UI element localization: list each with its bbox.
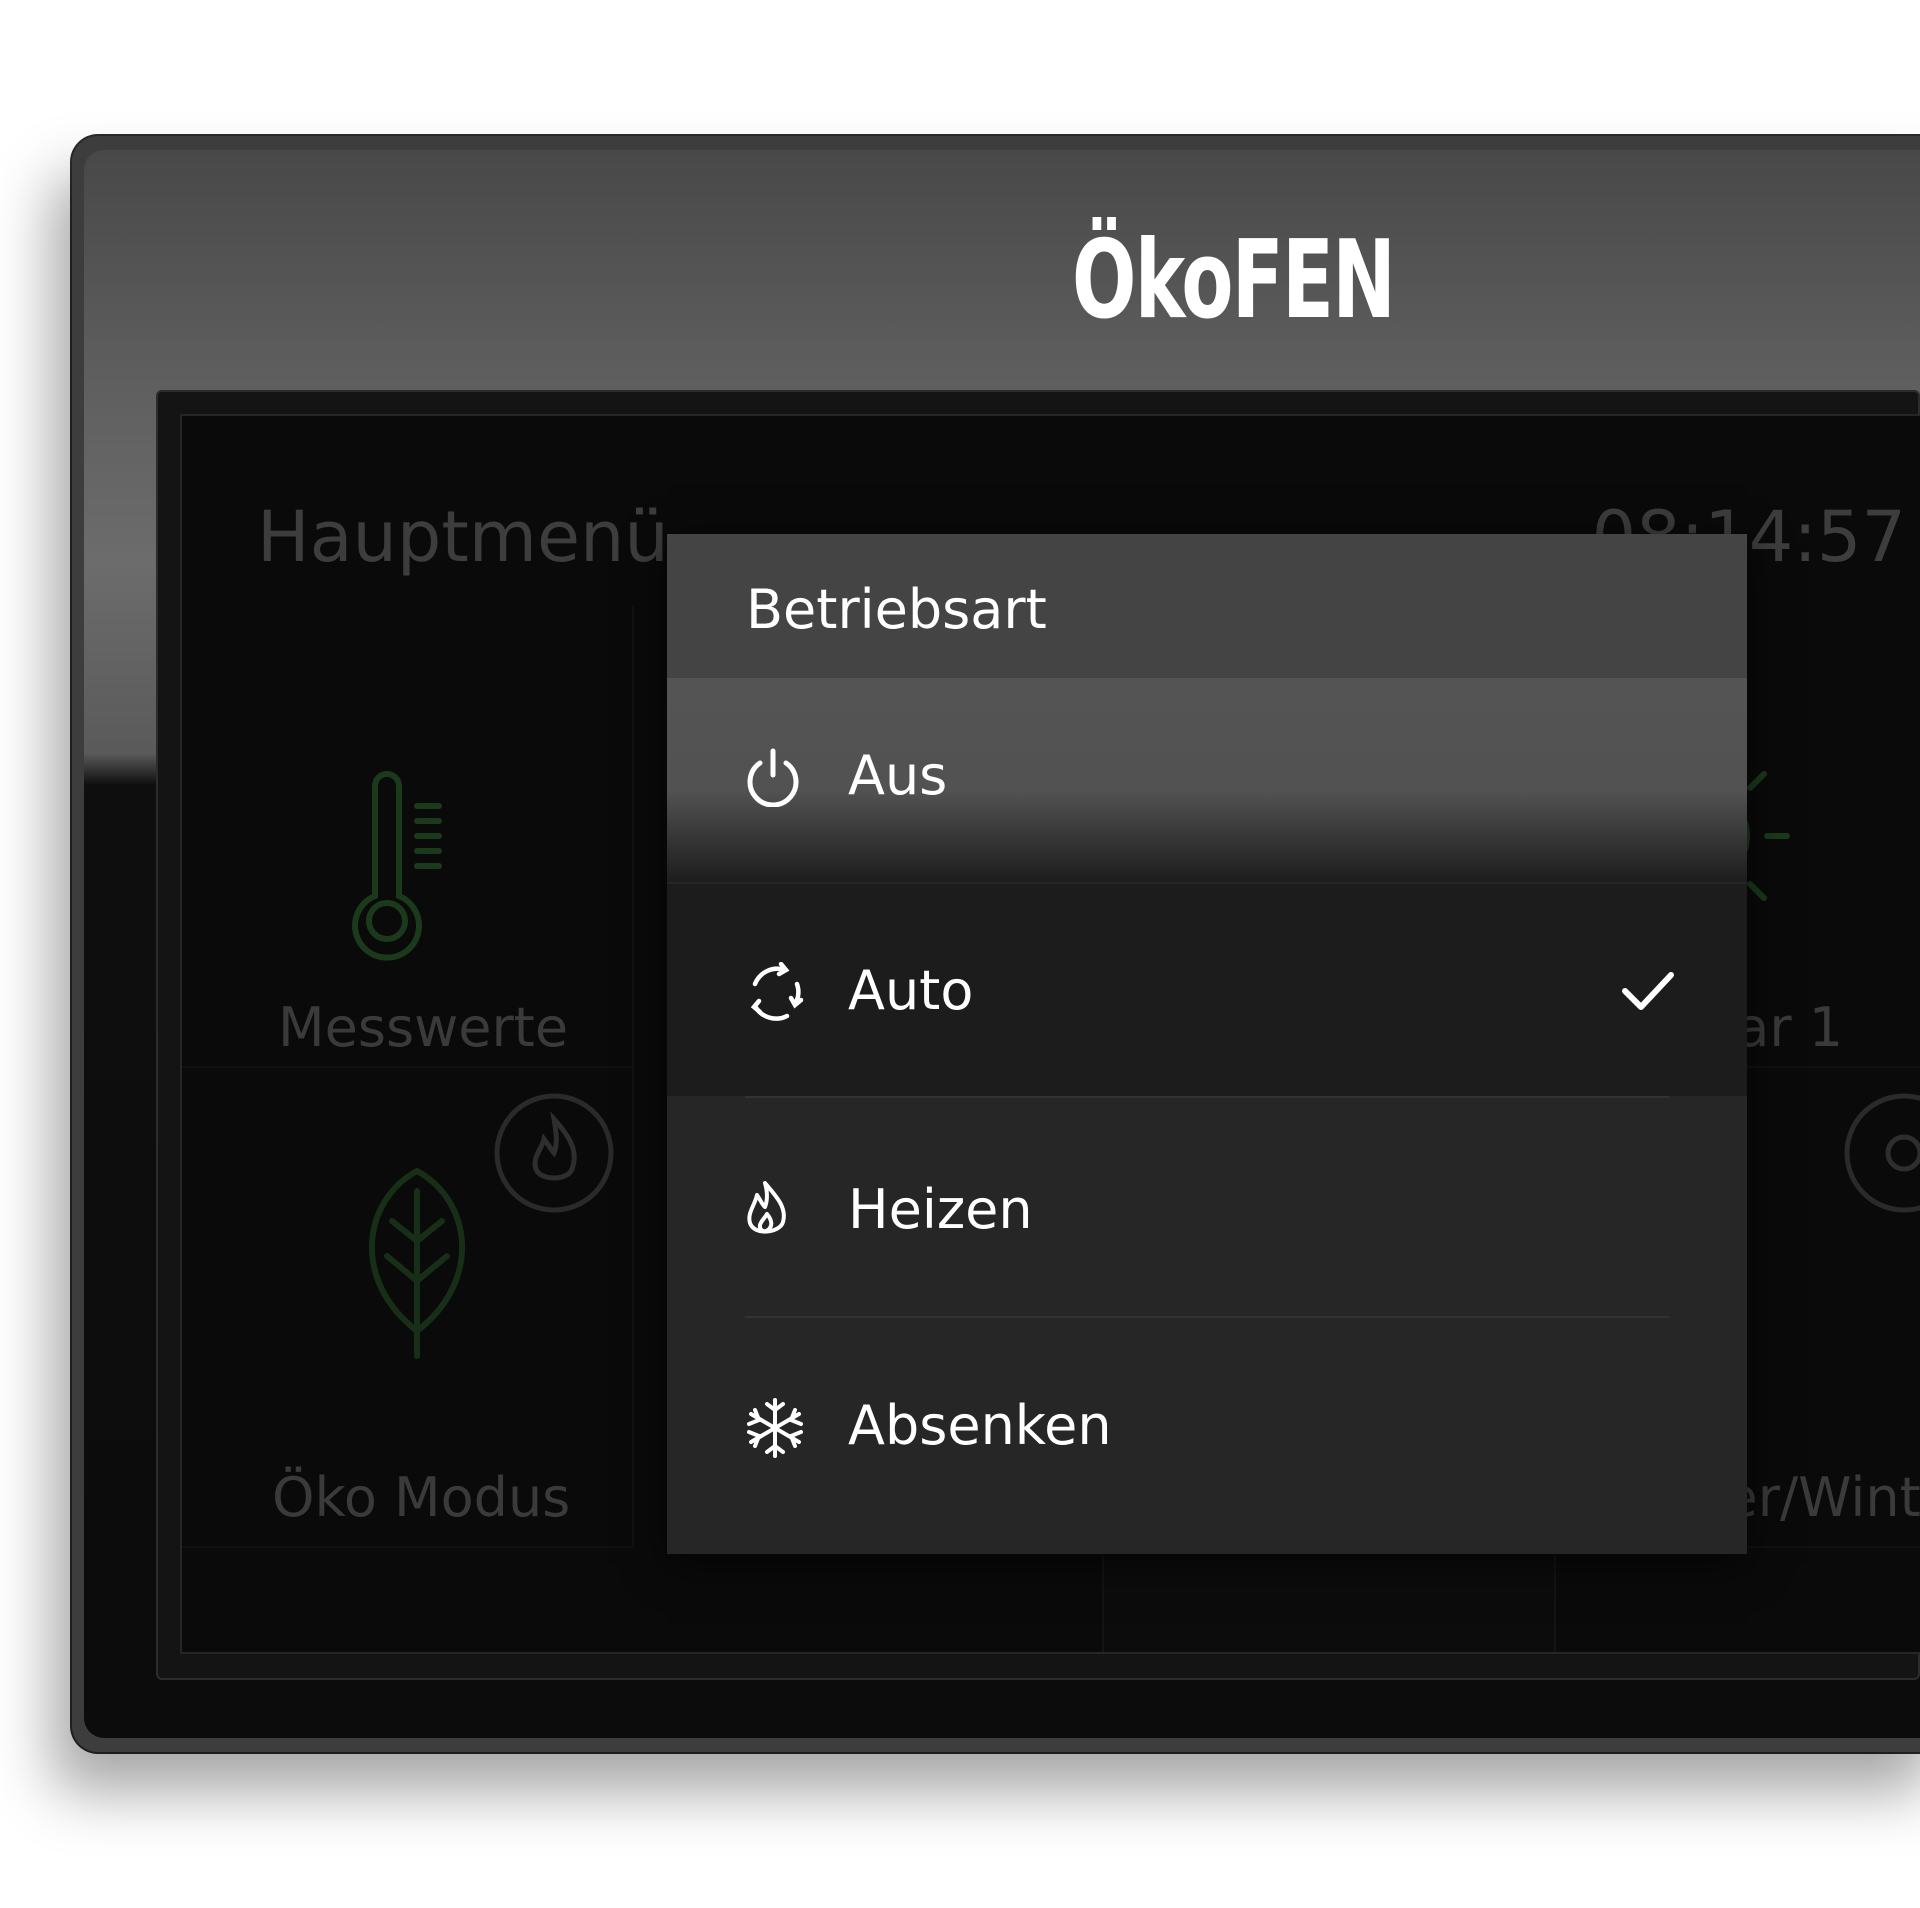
tile-oeko-modus[interactable]: Öko Modus: [182, 1066, 634, 1548]
power-icon: [745, 747, 801, 811]
option-absenken[interactable]: Absenken: [667, 1318, 1747, 1554]
tile-middle-bottom[interactable]: [1102, 1556, 1556, 1652]
option-label: Absenken: [848, 1394, 1112, 1457]
option-auto[interactable]: Auto: [667, 884, 1747, 1096]
dropdown-header: Betriebsart: [667, 534, 1747, 678]
thermometer-icon: [347, 766, 457, 966]
tile-label: Öko Modus: [272, 1466, 571, 1529]
brand-logo: ÖkoFEN: [1072, 210, 1485, 335]
operating-mode-dropdown: Betriebsart Aus Auto Heizen Absenken: [667, 534, 1747, 1554]
option-heizen[interactable]: Heizen: [667, 1098, 1747, 1312]
leaf-icon: [352, 1161, 482, 1361]
refresh-icon: [745, 961, 805, 1026]
flame-badge-icon: [492, 1091, 616, 1215]
snowflake-icon: [745, 1398, 805, 1462]
dropdown-title: Betriebsart: [746, 578, 1047, 641]
option-label: Aus: [848, 744, 948, 807]
logo-text: ÖkoFEN: [1072, 218, 1396, 343]
tile-messwerte[interactable]: Messwerte: [182, 606, 634, 1068]
option-label: Heizen: [848, 1178, 1033, 1241]
option-aus[interactable]: Aus: [667, 678, 1747, 882]
flame-icon: [745, 1180, 789, 1242]
tile-label: Messwerte: [278, 996, 569, 1059]
check-icon: [1621, 969, 1675, 1017]
page-title: Hauptmenü: [257, 496, 669, 578]
option-label: Auto: [848, 959, 974, 1022]
sun-badge-icon: [1842, 1091, 1920, 1215]
